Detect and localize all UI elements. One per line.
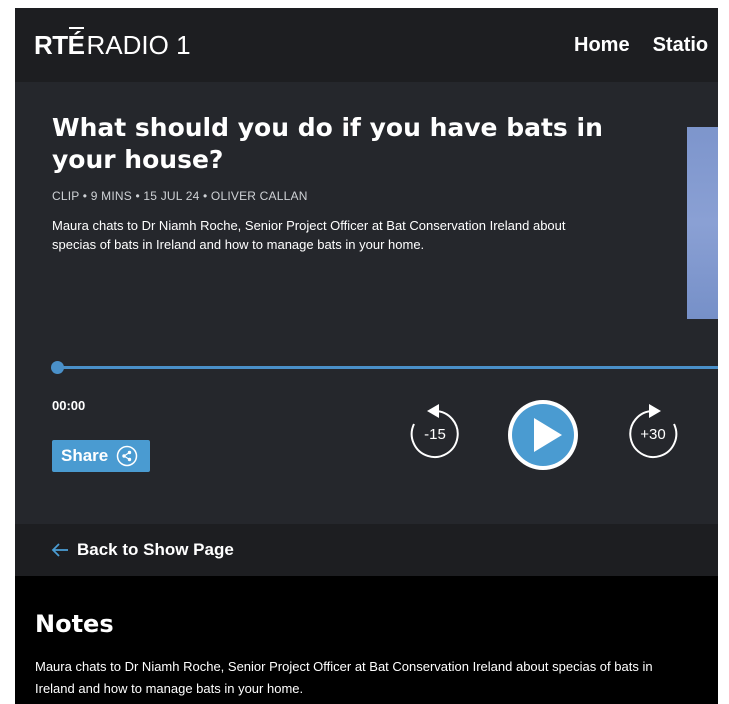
rewind-15-button[interactable]: -15	[408, 402, 462, 460]
episode-meta: CLIP • 9 MINS • 15 JUL 24 • OLIVER CALLA…	[52, 189, 308, 203]
episode-title: What should you do if you have bats in y…	[52, 113, 603, 174]
forward-30-button[interactable]: +30	[626, 402, 680, 460]
episode-thumbnail	[687, 127, 718, 319]
rewind-label: -15	[424, 426, 446, 443]
episode-description: Maura chats to Dr Niamh Roche, Senior Pr…	[52, 218, 566, 252]
logo-station: RADIO 1	[86, 30, 191, 60]
app-frame: RTÉ RADIO 1 Home Statio What should you …	[15, 8, 718, 704]
forward-label: +30	[640, 426, 666, 443]
site-header: RTÉ RADIO 1 Home Statio	[15, 8, 718, 82]
logo-brand: RTÉ	[34, 27, 85, 60]
rte-radio1-logo[interactable]: RTÉ RADIO 1	[34, 27, 191, 60]
progress-handle[interactable]	[51, 361, 64, 374]
current-time: 00:00	[52, 398, 86, 413]
back-to-show-link[interactable]: Back to Show Page	[15, 524, 718, 576]
progress-track[interactable]	[57, 366, 718, 369]
share-label: Share	[61, 446, 109, 465]
share-icon	[117, 445, 138, 467]
episode-player: What should you do if you have bats in y…	[15, 82, 718, 524]
play-button[interactable]	[506, 398, 580, 472]
arrow-left-icon	[51, 543, 68, 557]
notes-body: Maura chats to Dr Niamh Roche, Senior Pr…	[35, 659, 653, 696]
play-icon	[508, 400, 578, 470]
back-label: Back to Show Page	[77, 540, 234, 559]
nav-home[interactable]: Home	[574, 34, 630, 57]
notes-heading: Notes	[35, 610, 114, 638]
logo-e-letter: É	[67, 27, 85, 60]
main-nav: Home Statio	[574, 34, 708, 57]
nav-stations[interactable]: Statio	[653, 34, 709, 57]
share-button[interactable]: Share	[52, 440, 150, 472]
